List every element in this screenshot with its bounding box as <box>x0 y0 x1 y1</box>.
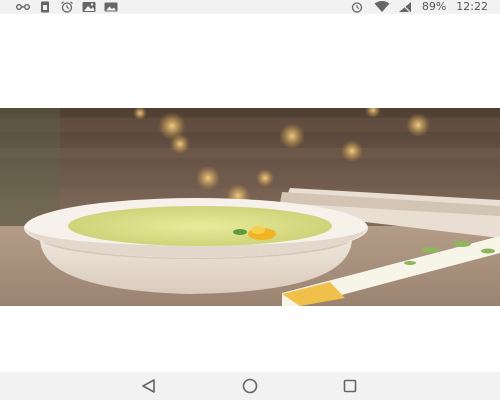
navigation-bar <box>0 372 500 400</box>
system-status: 89% 12:22 <box>350 0 488 14</box>
signal-icon <box>398 1 412 13</box>
clock: 12:22 <box>456 0 488 13</box>
alarm-icon <box>350 1 364 13</box>
battery-percent: 89% <box>421 0 447 13</box>
food-photo[interactable] <box>0 108 500 306</box>
home-button[interactable] <box>241 377 259 395</box>
back-button[interactable] <box>139 377 157 395</box>
photo-icon <box>104 1 118 13</box>
home-icon <box>242 378 258 394</box>
notification-icons <box>16 1 118 13</box>
status-bar: 89% 12:22 <box>0 0 500 14</box>
back-icon <box>142 379 155 393</box>
image-viewer[interactable] <box>0 14 500 372</box>
recents-button[interactable] <box>341 377 359 395</box>
image-icon <box>82 1 96 13</box>
dessert-in-wooden-box-image <box>0 108 500 306</box>
alarm-icon <box>60 1 74 13</box>
wifi-icon <box>374 1 390 13</box>
cast-icon <box>16 1 30 13</box>
recents-icon <box>343 379 357 393</box>
sim-icon <box>38 1 52 13</box>
